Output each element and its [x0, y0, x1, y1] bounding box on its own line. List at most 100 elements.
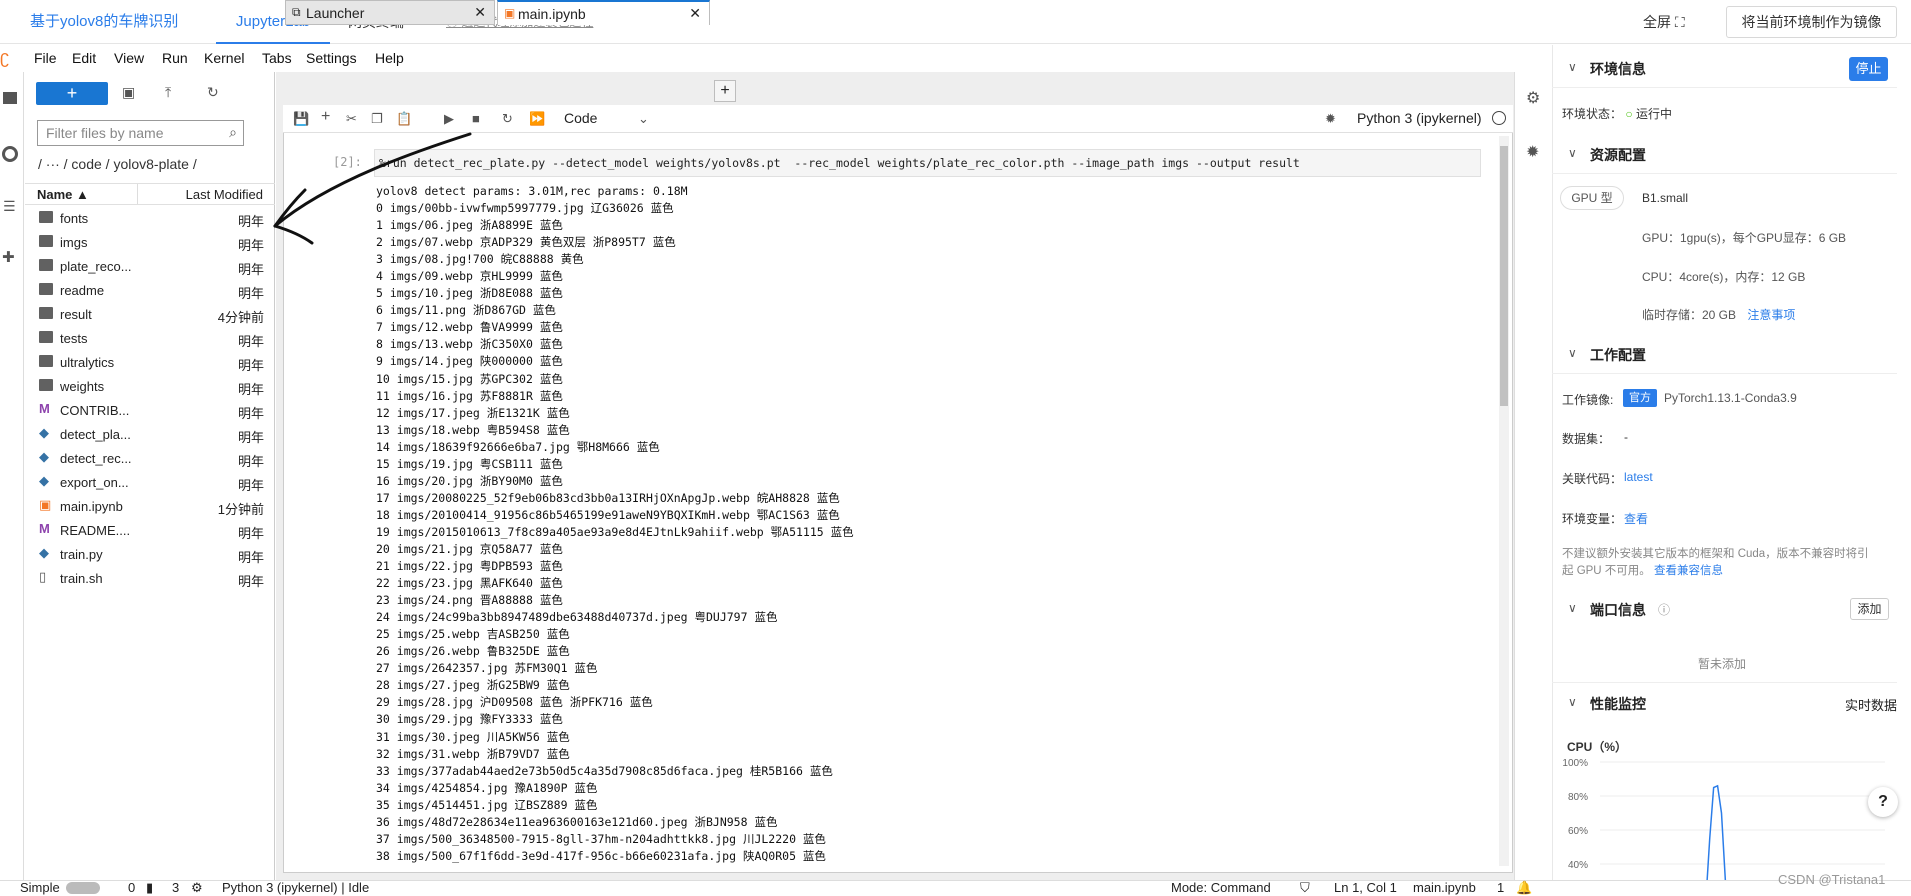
upload-icon[interactable]: ⤒: [165, 84, 171, 101]
cell-type-select[interactable]: Code: [564, 110, 597, 126]
breadcrumb[interactable]: / ··· / code / yolov8-plate /: [38, 156, 197, 172]
file-modified: 明年: [237, 406, 264, 421]
tab-main-notebook[interactable]: ▣ main.ipynb ✕: [497, 0, 710, 25]
fullscreen-button[interactable]: 全屏 ⛶: [1643, 0, 1685, 44]
extension-icon[interactable]: ✚: [2, 248, 15, 266]
section-port-info[interactable]: ∨ 端口信息 ⓘ: [1552, 589, 1897, 629]
output-line: 0 imgs/00bb-ivwfwmp5997779.jpg 辽G36026 蓝…: [376, 201, 674, 216]
menu-view[interactable]: View: [114, 50, 144, 66]
property-inspector-icon[interactable]: ⚙: [1526, 88, 1540, 108]
folder-icon[interactable]: [3, 92, 17, 104]
realtime-label[interactable]: 实时数据: [1845, 695, 1897, 714]
section-env-info[interactable]: ∨ 环境信息: [1552, 48, 1897, 88]
simple-mode-toggle[interactable]: [66, 882, 100, 894]
file-row[interactable]: ◆ export_on... 明年: [25, 471, 275, 495]
menu-kernel[interactable]: Kernel: [204, 50, 244, 66]
section-resource-config[interactable]: ∨ 资源配置: [1552, 134, 1897, 174]
file-row[interactable]: ▯ train.sh 明年: [25, 567, 275, 591]
insert-cell-icon[interactable]: +: [321, 108, 330, 126]
file-row[interactable]: ultralytics 明年: [25, 351, 275, 375]
new-launcher-button[interactable]: +: [36, 82, 108, 105]
notebook-scrollbar[interactable]: [1499, 136, 1509, 866]
kernel-status[interactable]: Python 3 (ipykernel) | Idle: [222, 880, 369, 895]
file-row[interactable]: plate_reco... 明年: [25, 255, 275, 279]
file-icon: ▯: [39, 569, 47, 584]
file-row[interactable]: imgs 明年: [25, 231, 275, 255]
file-row[interactable]: readme 明年: [25, 279, 275, 303]
refresh-icon[interactable]: ↻: [207, 84, 219, 101]
image-label: 工作镜像:: [1562, 393, 1614, 407]
section-perf-monitor[interactable]: ∨ 性能监控 实时数据: [1552, 682, 1897, 722]
cut-icon[interactable]: ✂: [346, 111, 357, 127]
col-divider[interactable]: [137, 184, 138, 204]
dataset-value: -: [1624, 430, 1628, 444]
storage-info: 临时存储：20 GB 注意事项: [1642, 306, 1795, 323]
running-icon[interactable]: [2, 146, 18, 162]
copy-icon[interactable]: ❐: [371, 111, 383, 127]
output-line: 1 imgs/06.jpeg 浙A8899E 蓝色: [376, 218, 563, 233]
file-row[interactable]: ◆ detect_rec... 明年: [25, 447, 275, 471]
menu-edit[interactable]: Edit: [72, 50, 96, 66]
notification-count[interactable]: 1: [1497, 880, 1504, 895]
help-button[interactable]: ?: [1868, 787, 1898, 817]
stop-icon[interactable]: ■: [472, 111, 480, 126]
section-work-config[interactable]: ∨ 工作配置: [1552, 334, 1897, 374]
menu-help[interactable]: Help: [375, 50, 404, 66]
make-image-button[interactable]: 将当前环境制作为镜像: [1726, 6, 1897, 38]
menu-tabs[interactable]: Tabs: [262, 50, 292, 66]
help-circle-icon[interactable]: ⓘ: [1658, 601, 1670, 618]
toc-icon[interactable]: ☰: [3, 198, 16, 215]
project-title[interactable]: 基于yolov8的车牌识别: [30, 0, 178, 44]
run-icon[interactable]: ▶: [444, 111, 454, 127]
file-modified: 明年: [237, 262, 264, 277]
compat-info-link[interactable]: 查看兼容信息: [1654, 565, 1723, 577]
file-name: train.sh: [60, 571, 103, 586]
col-name[interactable]: Name ▲: [37, 187, 89, 202]
file-modified: 明年: [237, 382, 264, 397]
save-icon[interactable]: 💾: [293, 111, 309, 127]
file-row[interactable]: ◆ train.py 明年: [25, 543, 275, 567]
add-tab-button[interactable]: +: [714, 80, 736, 102]
tab-launcher[interactable]: ⧉ Launcher ✕: [285, 0, 495, 25]
file-row[interactable]: ▣ main.ipynb 1分钟前: [25, 495, 275, 519]
storage-text: 临时存储：20 GB: [1642, 308, 1737, 322]
code-link[interactable]: latest: [1624, 470, 1653, 484]
fast-forward-icon[interactable]: ⏩: [529, 111, 545, 127]
file-row[interactable]: weights 明年: [25, 375, 275, 399]
file-row[interactable]: ◆ detect_pla... 明年: [25, 423, 275, 447]
menu-file[interactable]: File: [34, 50, 57, 66]
file-row[interactable]: M CONTRIB... 明年: [25, 399, 275, 423]
menu-run[interactable]: Run: [162, 50, 188, 66]
y-tick-label: 40%: [1568, 860, 1588, 871]
menu-settings[interactable]: Settings: [306, 50, 357, 66]
col-last-modified[interactable]: Last Modified: [186, 187, 263, 202]
file-modified: 明年: [237, 454, 264, 469]
envvar-label: 环境变量：: [1562, 512, 1623, 526]
close-icon[interactable]: ✕: [474, 4, 486, 21]
stop-button[interactable]: 停止: [1849, 57, 1888, 81]
file-row[interactable]: M README.... 明年: [25, 519, 275, 543]
paste-icon[interactable]: 📋: [396, 111, 412, 127]
debugger-icon[interactable]: ✹: [1325, 111, 1336, 127]
code-cell-input[interactable]: %run detect_rec_plate.py --detect_model …: [374, 149, 1481, 177]
chevron-down-icon[interactable]: ⌄: [638, 111, 649, 127]
filter-input[interactable]: Filter files by name ⌕: [37, 120, 244, 146]
kernel-name[interactable]: Python 3 (ipykernel): [1357, 110, 1482, 126]
file-modified: 明年: [237, 334, 264, 349]
envvar-link[interactable]: 查看: [1624, 510, 1648, 527]
close-icon[interactable]: ✕: [689, 5, 701, 22]
new-folder-icon[interactable]: ▣: [122, 84, 135, 101]
cursor-position[interactable]: Ln 1, Col 1: [1334, 880, 1397, 895]
restart-icon[interactable]: ↻: [502, 111, 513, 127]
port-empty-text: 暂未添加: [1698, 657, 1747, 671]
notice-link[interactable]: 注意事项: [1747, 308, 1795, 322]
file-row[interactable]: tests 明年: [25, 327, 275, 351]
cpu-info: CPU：4core(s)，内存：12 GB: [1642, 270, 1806, 284]
perf-title: 性能监控: [1590, 696, 1646, 712]
scrollbar-thumb[interactable]: [1500, 146, 1508, 406]
add-port-button[interactable]: 添加: [1850, 598, 1889, 620]
debugger-panel-icon[interactable]: ✹: [1526, 142, 1539, 162]
file-row[interactable]: result 4分钟前: [25, 303, 275, 327]
file-name: plate_reco...: [60, 259, 132, 274]
file-row[interactable]: fonts 明年: [25, 207, 275, 231]
